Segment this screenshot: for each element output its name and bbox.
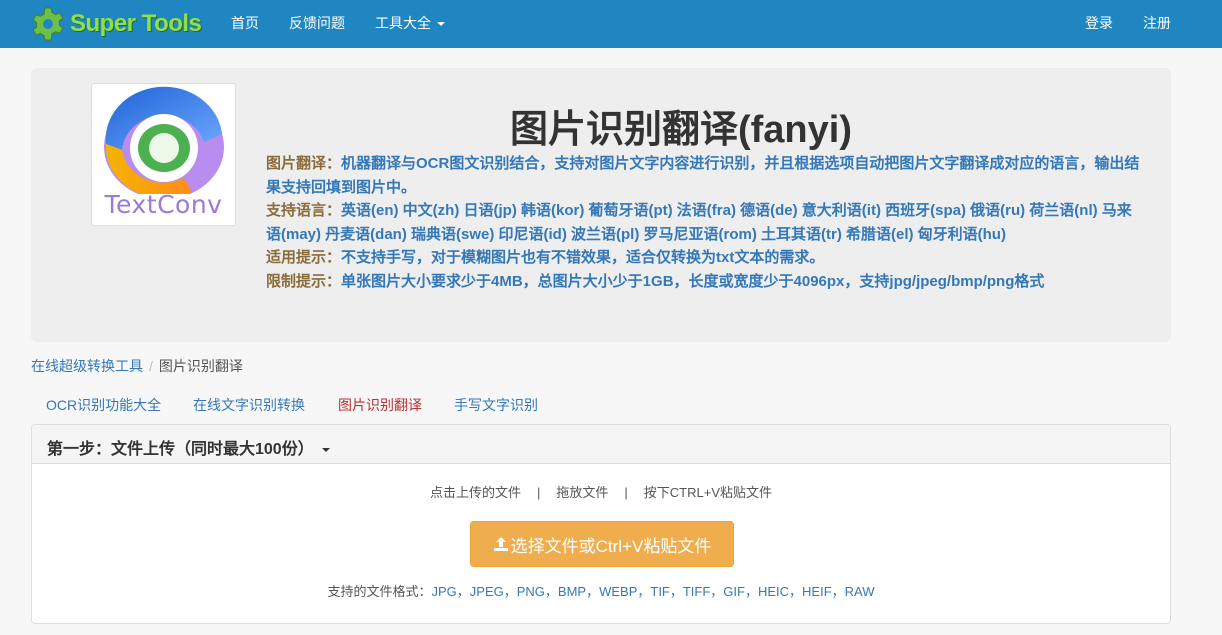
hint-drag-drop: 拖放文件 <box>556 485 609 500</box>
supported-formats: 支持的文件格式：JPG，JPEG，PNG，BMP，WEBP，TIF，TIFF，G… <box>32 581 1170 600</box>
register-link[interactable]: 注册 <box>1143 0 1171 48</box>
nav-home[interactable]: 首页 <box>231 0 259 48</box>
tool-description: 图片翻译：机器翻译与OCR图文识别结合，支持对图片文字内容进行识别，并且根据选项… <box>266 152 1141 293</box>
upload-panel: 第一步：文件上传（同时最大100份） 点击上传的文件 | 拖放文件 | 按下CTRL+V… <box>31 424 1171 624</box>
caret-down-icon <box>437 22 445 27</box>
upload-step-toggle[interactable]: 第一步：文件上传（同时最大100份） <box>47 435 330 459</box>
page-title: 图片识别翻译(fanyi) <box>509 109 852 151</box>
upload-icon <box>493 537 508 551</box>
upload-step-title: 第一步：文件上传（同时最大100份） <box>47 441 314 458</box>
desc-line-languages: 支持语言：英语(en) 中文(zh) 日语(jp) 韩语(kor) 葡萄牙语(p… <box>266 202 1132 243</box>
desc-line-usage: 适用提示：不支持手写，对于模糊图片也有不错效果，适合仅转换为txt文本的需求。 <box>266 249 825 266</box>
tab-online-ocr[interactable]: 在线文字识别转换 <box>193 395 305 415</box>
navbar: Super Tools 首页 反馈问题 工具大全 登录 注册 <box>0 0 1222 48</box>
breadcrumb: 在线超级转换工具 / 图片识别翻译 <box>31 356 243 376</box>
textconv-logo-icon <box>104 86 224 194</box>
nav-tools-label: 工具大全 <box>375 15 431 31</box>
brand-name: Super Tools <box>70 10 202 37</box>
select-file-label: 选择文件或Ctrl+V粘贴文件 <box>510 536 712 556</box>
brand-logo[interactable]: Super Tools <box>30 4 202 44</box>
select-file-button[interactable]: 选择文件或Ctrl+V粘贴文件 <box>470 521 734 567</box>
intro-panel: TextConv 图片识别翻译(fanyi) 图片翻译：机器翻译与OCR图文识别… <box>31 68 1171 342</box>
nav-tools-dropdown[interactable]: 工具大全 <box>375 0 445 48</box>
upload-panel-header: 第一步：文件上传（同时最大100份） <box>32 425 1170 464</box>
desc-line-limits: 限制提示：单张图片大小要求少于4MB，总图片大小少于1GB，长度或宽度少于409… <box>266 272 1045 290</box>
upload-hints: 点击上传的文件 | 拖放文件 | 按下CTRL+V粘贴文件 <box>32 482 1170 501</box>
tab-handwriting[interactable]: 手写文字识别 <box>454 395 538 415</box>
login-link[interactable]: 登录 <box>1085 0 1113 48</box>
logo-text: TextConv <box>104 190 223 219</box>
hint-separator: | <box>537 485 541 500</box>
formats-label: 支持的文件格式： <box>327 584 432 599</box>
hint-separator: | <box>624 485 628 500</box>
breadcrumb-home[interactable]: 在线超级转换工具 <box>31 358 143 374</box>
breadcrumb-separator: / <box>149 358 153 374</box>
hint-paste: 按下CTRL+V粘贴文件 <box>643 485 773 500</box>
textconv-logo: TextConv <box>91 83 236 226</box>
formats-list: JPG，JPEG，PNG，BMP，WEBP，TIF，TIFF，GIF，HEIC，… <box>431 584 875 599</box>
tab-ocr-all[interactable]: OCR识别功能大全 <box>46 395 161 415</box>
caret-down-icon <box>321 447 330 452</box>
breadcrumb-current: 图片识别翻译 <box>158 358 243 374</box>
desc-line-translate: 图片翻译：机器翻译与OCR图文识别结合，支持对图片文字内容进行识别，并且根据选项… <box>266 155 1140 196</box>
gear-icon <box>32 7 64 41</box>
hint-click-upload: 点击上传的文件 <box>429 485 521 500</box>
nav-feedback[interactable]: 反馈问题 <box>289 0 345 48</box>
tab-image-translate[interactable]: 图片识别翻译 <box>338 395 422 415</box>
